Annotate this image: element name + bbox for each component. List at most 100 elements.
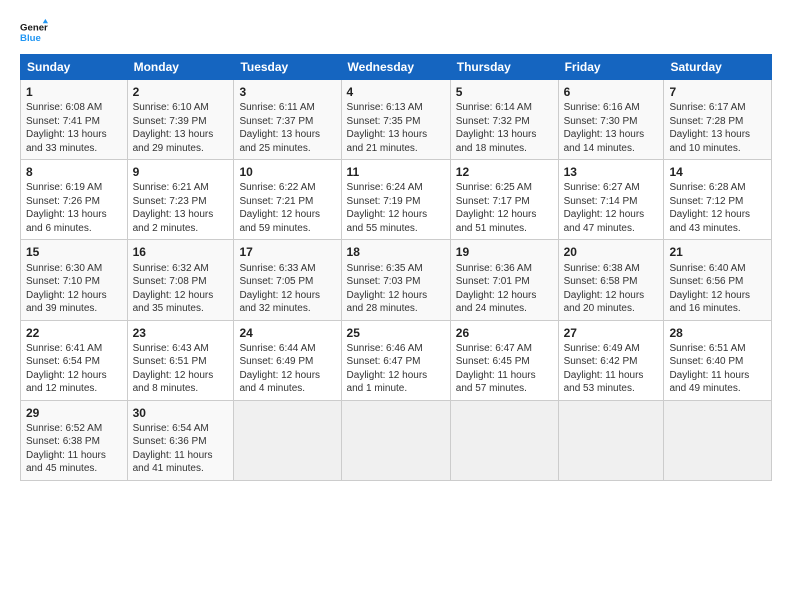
- day-info: Sunrise: 6:25 AM Sunset: 7:17 PM Dayligh…: [456, 181, 553, 235]
- day-number: 7: [669, 84, 766, 100]
- calendar-cell: [558, 400, 664, 480]
- day-info: Sunrise: 6:33 AM Sunset: 7:05 PM Dayligh…: [239, 262, 335, 316]
- day-info: Sunrise: 6:16 AM Sunset: 7:30 PM Dayligh…: [564, 101, 659, 155]
- day-info: Sunrise: 6:38 AM Sunset: 6:58 PM Dayligh…: [564, 262, 659, 316]
- day-number: 28: [669, 325, 766, 341]
- day-number: 1: [26, 84, 122, 100]
- calendar-cell: 1Sunrise: 6:08 AM Sunset: 7:41 PM Daylig…: [21, 80, 128, 160]
- calendar-cell: 24Sunrise: 6:44 AM Sunset: 6:49 PM Dayli…: [234, 320, 341, 400]
- calendar-cell: 25Sunrise: 6:46 AM Sunset: 6:47 PM Dayli…: [341, 320, 450, 400]
- svg-text:Blue: Blue: [20, 33, 41, 44]
- day-info: Sunrise: 6:24 AM Sunset: 7:19 PM Dayligh…: [347, 181, 445, 235]
- day-number: 10: [239, 164, 335, 180]
- calendar-cell: 4Sunrise: 6:13 AM Sunset: 7:35 PM Daylig…: [341, 80, 450, 160]
- calendar-cell: [234, 400, 341, 480]
- page: General Blue SundayMondayTuesdayWednesda…: [0, 0, 792, 612]
- calendar-header-row: SundayMondayTuesdayWednesdayThursdayFrid…: [21, 55, 772, 80]
- day-number: 30: [133, 405, 229, 421]
- calendar-cell: 27Sunrise: 6:49 AM Sunset: 6:42 PM Dayli…: [558, 320, 664, 400]
- day-number: 6: [564, 84, 659, 100]
- day-number: 8: [26, 164, 122, 180]
- calendar-cell: 19 Sunrise: 6:36 AM Sunset: 7:01 PM Dayli…: [450, 240, 558, 320]
- day-number: 29: [26, 405, 122, 421]
- day-info: Sunrise: 6:51 AM Sunset: 6:40 PM Dayligh…: [669, 342, 766, 396]
- day-number: 4: [347, 84, 445, 100]
- day-info: Sunrise: 6:54 AM Sunset: 6:36 PM Dayligh…: [133, 422, 229, 476]
- calendar-cell: 7Sunrise: 6:17 AM Sunset: 7:28 PM Daylig…: [664, 80, 772, 160]
- day-info: Sunrise: 6:32 AM Sunset: 7:08 PM Dayligh…: [133, 262, 229, 316]
- calendar-cell: 6Sunrise: 6:16 AM Sunset: 7:30 PM Daylig…: [558, 80, 664, 160]
- day-info: Sunrise: 6:46 AM Sunset: 6:47 PM Dayligh…: [347, 342, 445, 396]
- calendar-cell: 9Sunrise: 6:21 AM Sunset: 7:23 PM Daylig…: [127, 160, 234, 240]
- col-header-thursday: Thursday: [450, 55, 558, 80]
- day-info: Sunrise: 6:10 AM Sunset: 7:39 PM Dayligh…: [133, 101, 229, 155]
- calendar-cell: 26Sunrise: 6:47 AM Sunset: 6:45 PM Dayli…: [450, 320, 558, 400]
- day-number: 26: [456, 325, 553, 341]
- day-number: 23: [133, 325, 229, 341]
- calendar-week-2: 15Sunrise: 6:30 AM Sunset: 7:10 PM Dayli…: [21, 240, 772, 320]
- day-number: 19: [456, 244, 553, 260]
- day-number: 13: [564, 164, 659, 180]
- day-info: Sunrise: 6:43 AM Sunset: 6:51 PM Dayligh…: [133, 342, 229, 396]
- col-header-monday: Monday: [127, 55, 234, 80]
- day-number: 22: [26, 325, 122, 341]
- calendar-cell: 14Sunrise: 6:28 AM Sunset: 7:12 PM Dayli…: [664, 160, 772, 240]
- day-info: Sunrise: 6:47 AM Sunset: 6:45 PM Dayligh…: [456, 342, 553, 396]
- day-info: Sunrise: 6:36 AM Sunset: 7:01 PM Dayligh…: [456, 262, 553, 316]
- col-header-saturday: Saturday: [664, 55, 772, 80]
- day-info: Sunrise: 6:22 AM Sunset: 7:21 PM Dayligh…: [239, 181, 335, 235]
- day-info: Sunrise: 6:11 AM Sunset: 7:37 PM Dayligh…: [239, 101, 335, 155]
- logo-icon: General Blue: [20, 18, 48, 46]
- calendar-cell: 5Sunrise: 6:14 AM Sunset: 7:32 PM Daylig…: [450, 80, 558, 160]
- col-header-tuesday: Tuesday: [234, 55, 341, 80]
- day-number: 24: [239, 325, 335, 341]
- day-info: Sunrise: 6:08 AM Sunset: 7:41 PM Dayligh…: [26, 101, 122, 155]
- day-number: 9: [133, 164, 229, 180]
- day-info: Sunrise: 6:49 AM Sunset: 6:42 PM Dayligh…: [564, 342, 659, 396]
- calendar-cell: 30Sunrise: 6:54 AM Sunset: 6:36 PM Dayli…: [127, 400, 234, 480]
- calendar-cell: 11Sunrise: 6:24 AM Sunset: 7:19 PM Dayli…: [341, 160, 450, 240]
- day-number: 11: [347, 164, 445, 180]
- day-info: Sunrise: 6:17 AM Sunset: 7:28 PM Dayligh…: [669, 101, 766, 155]
- calendar-cell: 3Sunrise: 6:11 AM Sunset: 7:37 PM Daylig…: [234, 80, 341, 160]
- calendar-cell: 16 Sunrise: 6:32 AM Sunset: 7:08 PM Dayli…: [127, 240, 234, 320]
- calendar-week-3: 22Sunrise: 6:41 AM Sunset: 6:54 PM Dayli…: [21, 320, 772, 400]
- day-info: Sunrise: 6:28 AM Sunset: 7:12 PM Dayligh…: [669, 181, 766, 235]
- day-number: 27: [564, 325, 659, 341]
- svg-text:General: General: [20, 22, 48, 33]
- calendar-cell: 20 Sunrise: 6:38 AM Sunset: 6:58 PM Dayli…: [558, 240, 664, 320]
- day-info: Sunrise: 6:30 AM Sunset: 7:10 PM Dayligh…: [26, 262, 122, 316]
- day-number: 20: [564, 244, 659, 260]
- day-number: 14: [669, 164, 766, 180]
- day-number: 2: [133, 84, 229, 100]
- day-info: Sunrise: 6:19 AM Sunset: 7:26 PM Dayligh…: [26, 181, 122, 235]
- calendar-week-4: 29Sunrise: 6:52 AM Sunset: 6:38 PM Dayli…: [21, 400, 772, 480]
- calendar-cell: 21 Sunrise: 6:40 AM Sunset: 6:56 PM Dayli…: [664, 240, 772, 320]
- day-number: 25: [347, 325, 445, 341]
- day-info: Sunrise: 6:41 AM Sunset: 6:54 PM Dayligh…: [26, 342, 122, 396]
- day-number: 18: [347, 244, 445, 260]
- col-header-sunday: Sunday: [21, 55, 128, 80]
- calendar-week-0: 1Sunrise: 6:08 AM Sunset: 7:41 PM Daylig…: [21, 80, 772, 160]
- calendar-cell: 29Sunrise: 6:52 AM Sunset: 6:38 PM Dayli…: [21, 400, 128, 480]
- calendar-cell: 23Sunrise: 6:43 AM Sunset: 6:51 PM Dayli…: [127, 320, 234, 400]
- day-info: Sunrise: 6:40 AM Sunset: 6:56 PM Dayligh…: [669, 262, 766, 316]
- day-number: 5: [456, 84, 553, 100]
- calendar-cell: 13Sunrise: 6:27 AM Sunset: 7:14 PM Dayli…: [558, 160, 664, 240]
- day-number: 17: [239, 244, 335, 260]
- calendar-cell: 12Sunrise: 6:25 AM Sunset: 7:17 PM Dayli…: [450, 160, 558, 240]
- header: General Blue: [20, 18, 772, 46]
- day-number: 21: [669, 244, 766, 260]
- calendar-cell: 15Sunrise: 6:30 AM Sunset: 7:10 PM Dayli…: [21, 240, 128, 320]
- calendar-cell: 22Sunrise: 6:41 AM Sunset: 6:54 PM Dayli…: [21, 320, 128, 400]
- calendar-cell: 28Sunrise: 6:51 AM Sunset: 6:40 PM Dayli…: [664, 320, 772, 400]
- col-header-wednesday: Wednesday: [341, 55, 450, 80]
- calendar-cell: 8Sunrise: 6:19 AM Sunset: 7:26 PM Daylig…: [21, 160, 128, 240]
- day-info: Sunrise: 6:21 AM Sunset: 7:23 PM Dayligh…: [133, 181, 229, 235]
- day-number: 16: [133, 244, 229, 260]
- calendar-cell: [664, 400, 772, 480]
- calendar-week-1: 8Sunrise: 6:19 AM Sunset: 7:26 PM Daylig…: [21, 160, 772, 240]
- day-number: 12: [456, 164, 553, 180]
- calendar-cell: 18Sunrise: 6:35 AM Sunset: 7:03 PM Dayli…: [341, 240, 450, 320]
- logo: General Blue: [20, 18, 52, 46]
